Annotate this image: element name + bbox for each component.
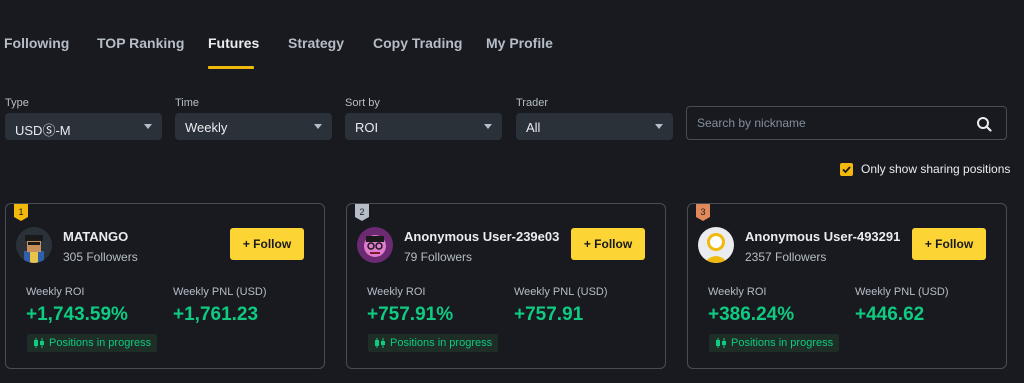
type-select[interactable]: USDⓈ-M [5, 113, 162, 140]
sort-by-select-value: ROI [355, 120, 379, 135]
chevron-down-icon [314, 124, 322, 129]
type-select-value: USDⓈ-M [15, 123, 71, 138]
followers-count: 305 Followers [63, 250, 138, 264]
trader-name[interactable]: Anonymous User-239e03 [404, 229, 559, 244]
status-badge: Positions in progress [709, 334, 840, 352]
active-tab-indicator [208, 66, 254, 69]
avatar[interactable] [357, 227, 393, 263]
tab-copy-trading[interactable]: Copy Trading [373, 35, 462, 51]
followers-count: 79 Followers [404, 250, 473, 264]
sort-by-select[interactable]: ROI [345, 113, 502, 140]
chevron-down-icon [144, 124, 152, 129]
pnl-label: Weekly PNL (USD) [173, 286, 267, 298]
only-sharing-label: Only show sharing positions [861, 162, 1011, 176]
trader-name[interactable]: Anonymous User-493291 [745, 229, 900, 244]
roi-value: +1,743.59% [26, 304, 128, 325]
time-select-value: Weekly [185, 120, 228, 135]
follow-button[interactable]: + Follow [912, 228, 986, 260]
pnl-value: +446.62 [855, 304, 925, 325]
trader-name[interactable]: MATANGO [63, 229, 128, 244]
tab-futures[interactable]: Futures [208, 35, 259, 51]
status-badge: Positions in progress [368, 334, 499, 352]
status-badge: Positions in progress [27, 334, 158, 352]
checkbox-checked-icon[interactable] [840, 162, 853, 176]
follow-button[interactable]: + Follow [230, 228, 304, 260]
status-text: Positions in progress [731, 337, 834, 349]
search-icon[interactable] [976, 116, 992, 132]
trader-select[interactable]: All [516, 113, 673, 140]
candlestick-icon [716, 338, 726, 348]
nav-tabs: Following TOP Ranking Futures Strategy C… [0, 0, 1024, 70]
status-text: Positions in progress [390, 337, 493, 349]
tab-my-profile[interactable]: My Profile [486, 35, 553, 51]
trader-card[interactable]: 2 Anonymous User-239e03 79 Followers + F… [346, 203, 666, 369]
time-label: Time [175, 97, 200, 109]
pnl-value: +1,761.23 [173, 304, 259, 325]
trader-card[interactable]: 1 MATANGO 305 Followers + Follow Weekly … [5, 203, 325, 369]
pnl-value: +757.91 [514, 304, 584, 325]
followers-count: 2357 Followers [745, 250, 827, 264]
chevron-down-icon [655, 124, 663, 129]
avatar[interactable] [16, 227, 52, 263]
rank-2-badge-icon: 2 [355, 204, 369, 221]
candlestick-icon [34, 338, 44, 348]
tab-top-ranking[interactable]: TOP Ranking [97, 35, 184, 51]
status-text: Positions in progress [49, 337, 152, 349]
rank-number: 3 [700, 207, 705, 217]
sort-by-label: Sort by [345, 97, 380, 109]
search-input[interactable] [687, 107, 967, 139]
time-select[interactable]: Weekly [175, 113, 332, 140]
roi-value: +386.24% [708, 304, 795, 325]
trader-select-value: All [526, 120, 541, 135]
pnl-label: Weekly PNL (USD) [514, 286, 608, 298]
tab-following[interactable]: Following [4, 35, 69, 51]
follow-button[interactable]: + Follow [571, 228, 645, 260]
trader-label: Trader [516, 97, 548, 109]
trader-card[interactable]: 3 Anonymous User-493291 2357 Followers +… [687, 203, 1007, 369]
roi-label: Weekly ROI [367, 286, 426, 298]
roi-label: Weekly ROI [708, 286, 767, 298]
search-box [686, 106, 1007, 140]
type-label: Type [5, 97, 29, 109]
rank-1-badge-icon: 1 [14, 204, 28, 221]
chevron-down-icon [484, 124, 492, 129]
rank-3-badge-icon: 3 [696, 204, 710, 221]
tab-strategy[interactable]: Strategy [288, 35, 344, 51]
rank-number: 2 [359, 207, 364, 217]
roi-value: +757.91% [367, 304, 454, 325]
candlestick-icon [375, 338, 385, 348]
rank-number: 1 [18, 207, 23, 217]
only-sharing-toggle[interactable]: Only show sharing positions [840, 160, 1010, 178]
pnl-label: Weekly PNL (USD) [855, 286, 949, 298]
roi-label: Weekly ROI [26, 286, 85, 298]
avatar[interactable] [698, 227, 734, 263]
